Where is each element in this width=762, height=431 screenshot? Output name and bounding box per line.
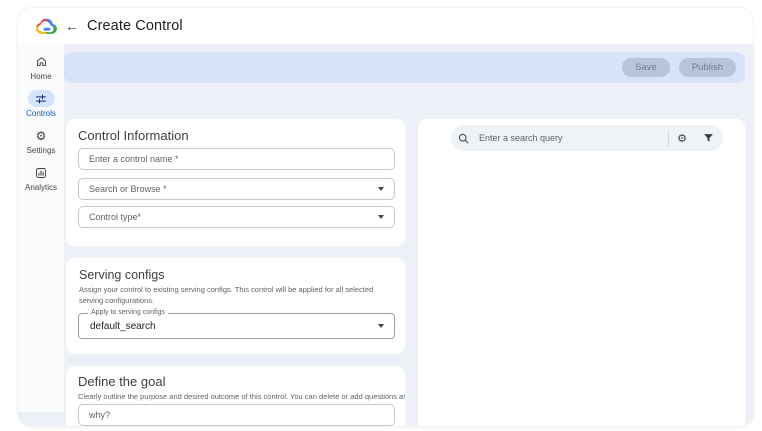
search-or-browse-select[interactable]: Search or Browse * [78,178,395,200]
select-placeholder: Search or Browse * [79,184,378,194]
section-description: Assign your control to existing serving … [79,285,379,307]
select-floating-label: Apply to serving configs [88,309,168,316]
chevron-down-icon [378,187,384,191]
sidebar-item-settings[interactable]: ⚙ Settings [18,127,64,155]
define-goal-card: Define the goal Clearly outline the purp… [66,366,405,426]
sidebar-item-label: Analytics [25,183,57,192]
action-toolbar: Save Publish [64,52,745,83]
save-button[interactable]: Save [622,58,670,77]
gear-icon: ⚙ [28,127,55,144]
control-name-input[interactable] [79,149,394,169]
control-name-field[interactable] [78,148,395,170]
analytics-icon [28,164,55,181]
app-window: ← Create Control Home [18,8,753,426]
sidebar-item-analytics[interactable]: Analytics [18,164,64,192]
filter-funnel-icon[interactable] [695,133,721,144]
sliders-icon [28,90,55,107]
preview-settings-gear-icon[interactable]: ⚙ [669,133,695,144]
section-title: Control Information [78,128,189,143]
control-information-card: Control Information Search or Browse * C… [66,119,405,246]
section-description: Clearly outline the purpose and desired … [78,392,398,403]
select-placeholder: Control type* [79,212,378,222]
serving-configs-card: Serving configs Assign your control to e… [66,258,405,354]
preview-search-bar[interactable]: ⚙ [451,125,723,151]
section-title: Serving configs [79,268,164,282]
goal-why-input[interactable] [79,405,394,425]
page-title: Create Control [87,18,183,34]
back-arrow-button[interactable]: ← [65,18,79,34]
select-value: default_search [79,321,378,332]
sidebar-item-label: Settings [27,146,56,155]
preview-search-input[interactable] [475,125,668,151]
apply-serving-configs-select[interactable]: Apply to serving configs default_search [78,313,395,339]
sidebar-item-controls[interactable]: Controls [18,90,64,118]
sidebar-item-label: Controls [26,109,56,118]
sidebar-item-home[interactable]: Home [18,53,64,81]
publish-button[interactable]: Publish [679,58,736,77]
home-icon [28,53,55,70]
preview-panel: ⚙ [418,119,745,426]
sidebar-item-label: Home [30,72,51,81]
sidebar-nav: Home Controls ⚙ Settings [18,44,64,412]
section-title: Define the goal [78,374,165,389]
google-cloud-logo-icon [35,17,58,36]
chevron-down-icon [378,215,384,219]
control-type-select[interactable]: Control type* [78,206,395,228]
goal-why-field[interactable] [78,404,395,426]
app-header: ← Create Control [18,8,753,44]
chevron-down-icon [378,324,384,328]
search-icon [451,133,475,144]
content-region: Home Controls ⚙ Settings [18,44,753,426]
